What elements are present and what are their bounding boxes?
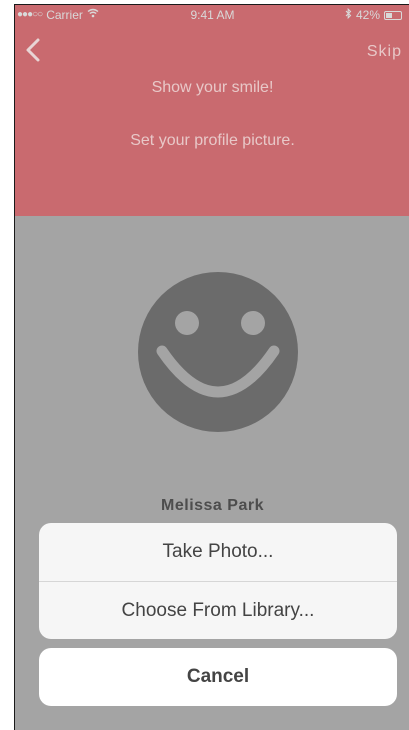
cancel-button[interactable]: Cancel [39, 648, 397, 706]
battery-percent: 42% [355, 8, 380, 22]
status-right: 42% [345, 5, 402, 25]
bluetooth-icon [345, 5, 352, 25]
battery-fill [386, 12, 392, 18]
header-subtitle: Set your profile picture. [130, 132, 295, 149]
header-banner: ●●●○○ Carrier 9:41 AM 42% Skip Show your… [15, 5, 409, 216]
battery-icon [384, 10, 402, 20]
take-photo-button[interactable]: Take Photo... [39, 523, 397, 581]
choose-from-library-button[interactable]: Choose From Library... [39, 582, 397, 639]
smiley-face-icon[interactable] [137, 271, 299, 433]
status-bar: ●●●○○ Carrier 9:41 AM 42% [15, 5, 409, 25]
header-title: Show your smile! [151, 79, 274, 96]
back-chevron-icon[interactable] [23, 35, 45, 65]
app-screen: ●●●○○ Carrier 9:41 AM 42% Skip Show your… [14, 4, 409, 730]
action-sheet: Take Photo... Choose From Library... [39, 523, 397, 639]
skip-button[interactable]: Skip [367, 43, 402, 61]
user-name: Melissa Park [161, 497, 264, 514]
